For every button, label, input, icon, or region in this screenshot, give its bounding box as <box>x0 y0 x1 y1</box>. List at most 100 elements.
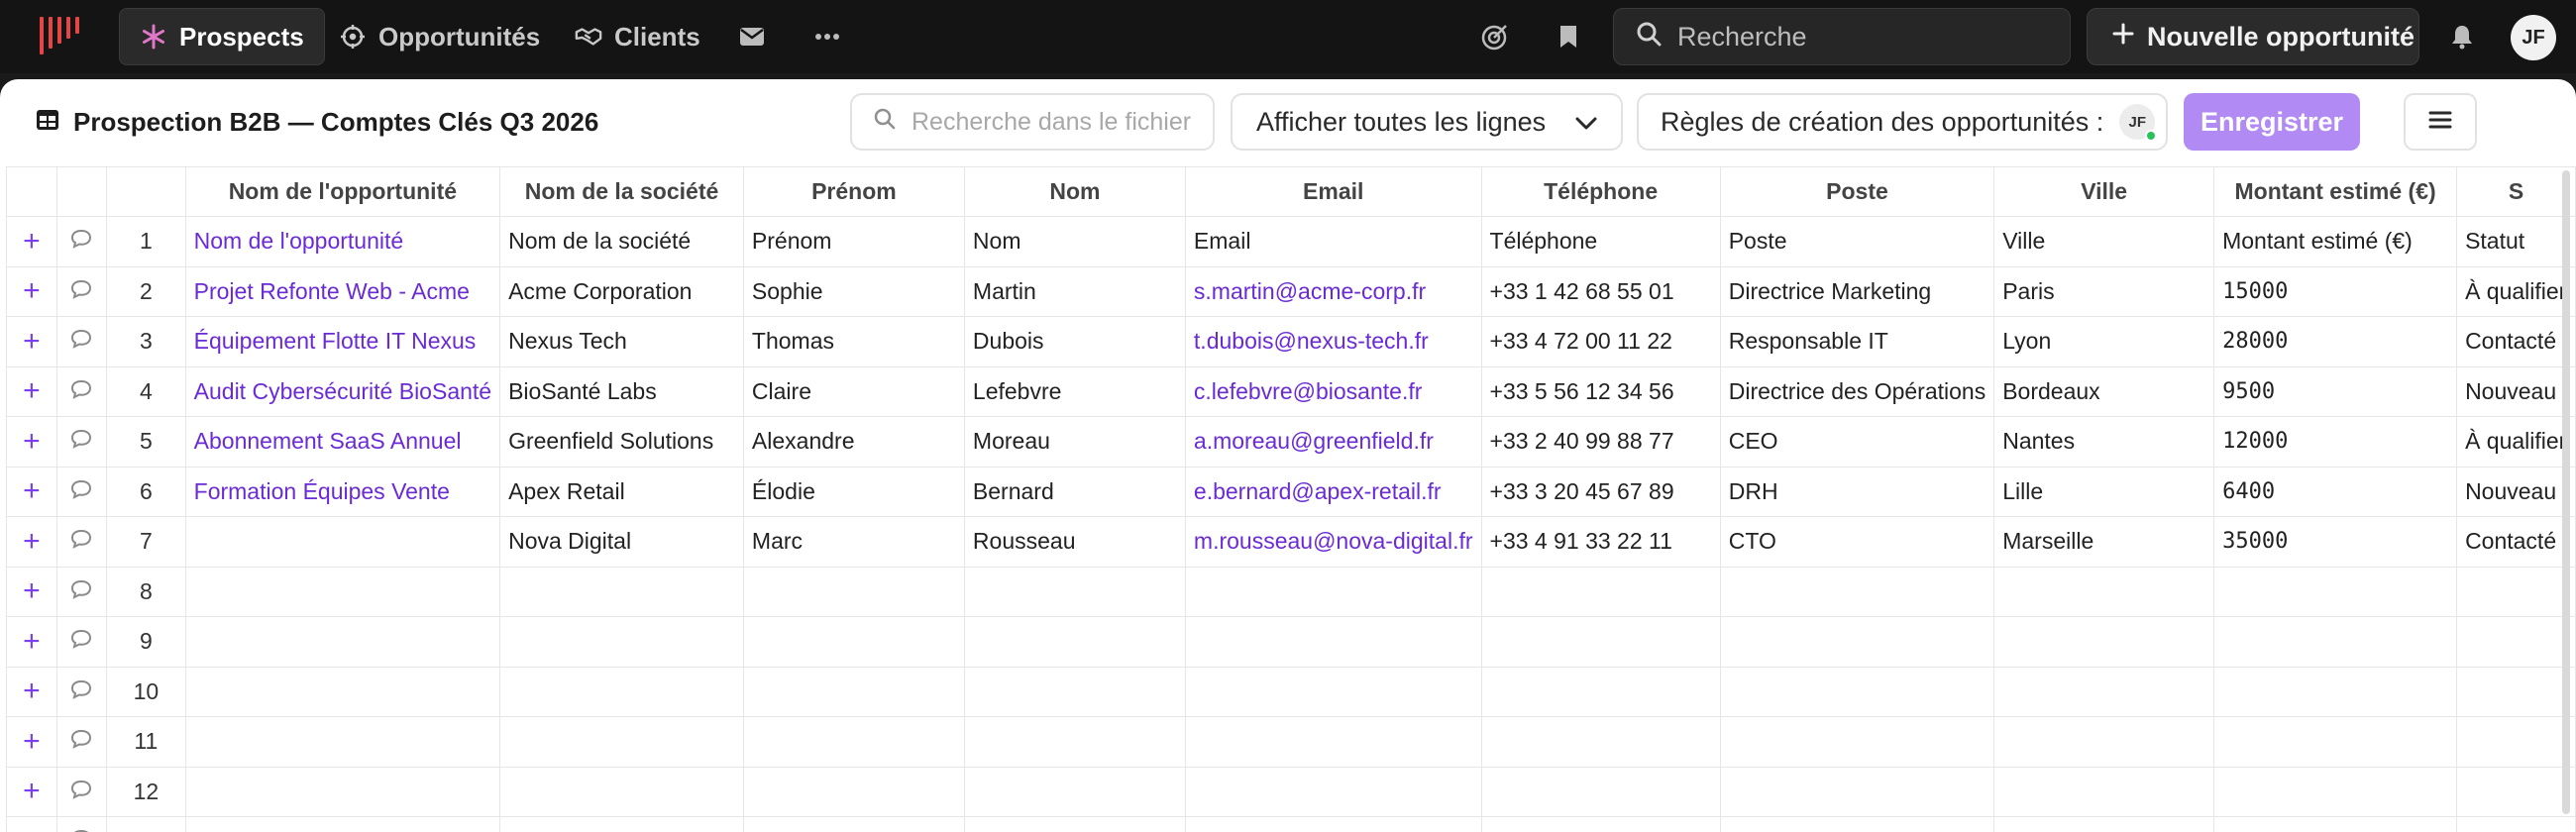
save-button[interactable]: Enregistrer <box>2184 93 2360 151</box>
cell-role[interactable]: CTO <box>1720 517 1994 568</box>
cell-amount[interactable] <box>2214 617 2457 668</box>
cell-status[interactable] <box>2457 717 2576 768</box>
tab-prospects[interactable]: Prospects <box>119 8 325 65</box>
cell-city[interactable] <box>1994 817 2214 832</box>
cell-city[interactable]: Nantes <box>1994 417 2214 468</box>
goal-icon[interactable] <box>1476 18 1514 55</box>
cell-email[interactable]: Email <box>1185 217 1481 267</box>
cell-city[interactable]: Lyon <box>1994 317 2214 367</box>
cell-city[interactable]: Lille <box>1994 467 2214 517</box>
cell-email[interactable]: m.rousseau@nova-digital.fr <box>1185 517 1481 568</box>
cell-last[interactable] <box>964 717 1185 768</box>
cell-company[interactable]: Acme Corporation <box>500 266 744 317</box>
cell-role[interactable] <box>1720 667 1994 717</box>
cell-status[interactable]: À qualifier <box>2457 266 2576 317</box>
cell-city[interactable] <box>1994 767 2214 817</box>
cell-role[interactable]: Responsable IT <box>1720 317 1994 367</box>
cell-role[interactable]: Poste <box>1720 217 1994 267</box>
tab-opportunites[interactable]: Opportunités <box>319 8 560 65</box>
comment-button[interactable] <box>56 467 106 517</box>
cell-email[interactable]: c.lefebvre@biosante.fr <box>1185 366 1481 417</box>
cell-phone[interactable]: +33 3 20 45 67 89 <box>1481 467 1720 517</box>
cell-last[interactable]: Moreau <box>964 417 1185 468</box>
cell-status[interactable]: Nouveau <box>2457 366 2576 417</box>
cell-phone[interactable] <box>1481 817 1720 832</box>
cell-first[interactable] <box>743 667 964 717</box>
cell-company[interactable] <box>500 817 744 832</box>
cell-role[interactable] <box>1720 817 1994 832</box>
cell-amount[interactable]: 35000 <box>2214 517 2457 568</box>
cell-phone[interactable] <box>1481 767 1720 817</box>
comment-button[interactable] <box>56 217 106 267</box>
cell-city[interactable]: Ville <box>1994 217 2214 267</box>
cell-last[interactable] <box>964 767 1185 817</box>
comment-button[interactable] <box>56 317 106 367</box>
column-header[interactable]: Nom de la société <box>500 167 744 217</box>
cell-role[interactable] <box>1720 717 1994 768</box>
comment-button[interactable] <box>56 366 106 417</box>
cell-first[interactable]: Marc <box>743 517 964 568</box>
cell-first[interactable] <box>743 817 964 832</box>
add-row-button[interactable]: + <box>7 417 57 468</box>
user-avatar[interactable]: JF <box>2511 15 2556 60</box>
cell-role[interactable]: CEO <box>1720 417 1994 468</box>
add-row-button[interactable]: + <box>7 517 57 568</box>
cell-city[interactable] <box>1994 567 2214 617</box>
cell-role[interactable] <box>1720 767 1994 817</box>
cell-company[interactable] <box>500 717 744 768</box>
cell-amount[interactable]: 6400 <box>2214 467 2457 517</box>
cell-role[interactable]: Directrice des Opérations <box>1720 366 1994 417</box>
cell-opp[interactable] <box>185 567 499 617</box>
cell-email[interactable] <box>1185 817 1481 832</box>
add-row-button[interactable]: + <box>7 366 57 417</box>
cell-status[interactable] <box>2457 667 2576 717</box>
cell-company[interactable]: Greenfield Solutions <box>500 417 744 468</box>
add-row-button[interactable]: + <box>7 817 57 832</box>
comment-button[interactable] <box>56 567 106 617</box>
cell-first[interactable] <box>743 567 964 617</box>
cell-email[interactable] <box>1185 717 1481 768</box>
column-header[interactable]: Nom de l'opportunité <box>185 167 499 217</box>
cell-last[interactable] <box>964 817 1185 832</box>
cell-phone[interactable] <box>1481 717 1720 768</box>
cell-opp[interactable]: Équipement Flotte IT Nexus <box>185 317 499 367</box>
vertical-scrollbar[interactable] <box>2562 170 2570 814</box>
cell-opp[interactable]: Nom de l'opportunité <box>185 217 499 267</box>
cell-role[interactable]: Directrice Marketing <box>1720 266 1994 317</box>
cell-last[interactable]: Martin <box>964 266 1185 317</box>
comment-button[interactable] <box>56 266 106 317</box>
opportunity-rules-button[interactable]: Règles de création des opportunités : JF <box>1637 93 2168 151</box>
add-row-button[interactable]: + <box>7 617 57 668</box>
column-header[interactable]: Prénom <box>743 167 964 217</box>
cell-company[interactable] <box>500 567 744 617</box>
cell-city[interactable] <box>1994 617 2214 668</box>
add-row-button[interactable]: + <box>7 317 57 367</box>
cell-status[interactable]: Contacté <box>2457 517 2576 568</box>
cell-email[interactable]: a.moreau@greenfield.fr <box>1185 417 1481 468</box>
add-row-button[interactable]: + <box>7 467 57 517</box>
cell-city[interactable] <box>1994 667 2214 717</box>
cell-company[interactable] <box>500 667 744 717</box>
cell-company[interactable]: BioSanté Labs <box>500 366 744 417</box>
comment-button[interactable] <box>56 817 106 832</box>
cell-first[interactable]: Élodie <box>743 467 964 517</box>
add-row-button[interactable]: + <box>7 717 57 768</box>
cell-opp[interactable]: Projet Refonte Web - Acme <box>185 266 499 317</box>
column-header[interactable]: S <box>2457 167 2576 217</box>
cell-amount[interactable] <box>2214 817 2457 832</box>
cell-amount[interactable]: 28000 <box>2214 317 2457 367</box>
cell-first[interactable]: Alexandre <box>743 417 964 468</box>
cell-first[interactable]: Claire <box>743 366 964 417</box>
cell-company[interactable] <box>500 767 744 817</box>
mail-icon[interactable] <box>733 18 771 55</box>
tab-clients[interactable]: Clients <box>555 8 720 65</box>
add-row-button[interactable]: + <box>7 767 57 817</box>
cell-city[interactable]: Marseille <box>1994 517 2214 568</box>
more-icon[interactable] <box>808 18 846 55</box>
cell-amount[interactable] <box>2214 667 2457 717</box>
cell-opp[interactable]: Audit Cybersécurité BioSanté <box>185 366 499 417</box>
cell-city[interactable]: Paris <box>1994 266 2214 317</box>
cell-last[interactable] <box>964 617 1185 668</box>
cell-status[interactable] <box>2457 567 2576 617</box>
cell-status[interactable] <box>2457 817 2576 832</box>
